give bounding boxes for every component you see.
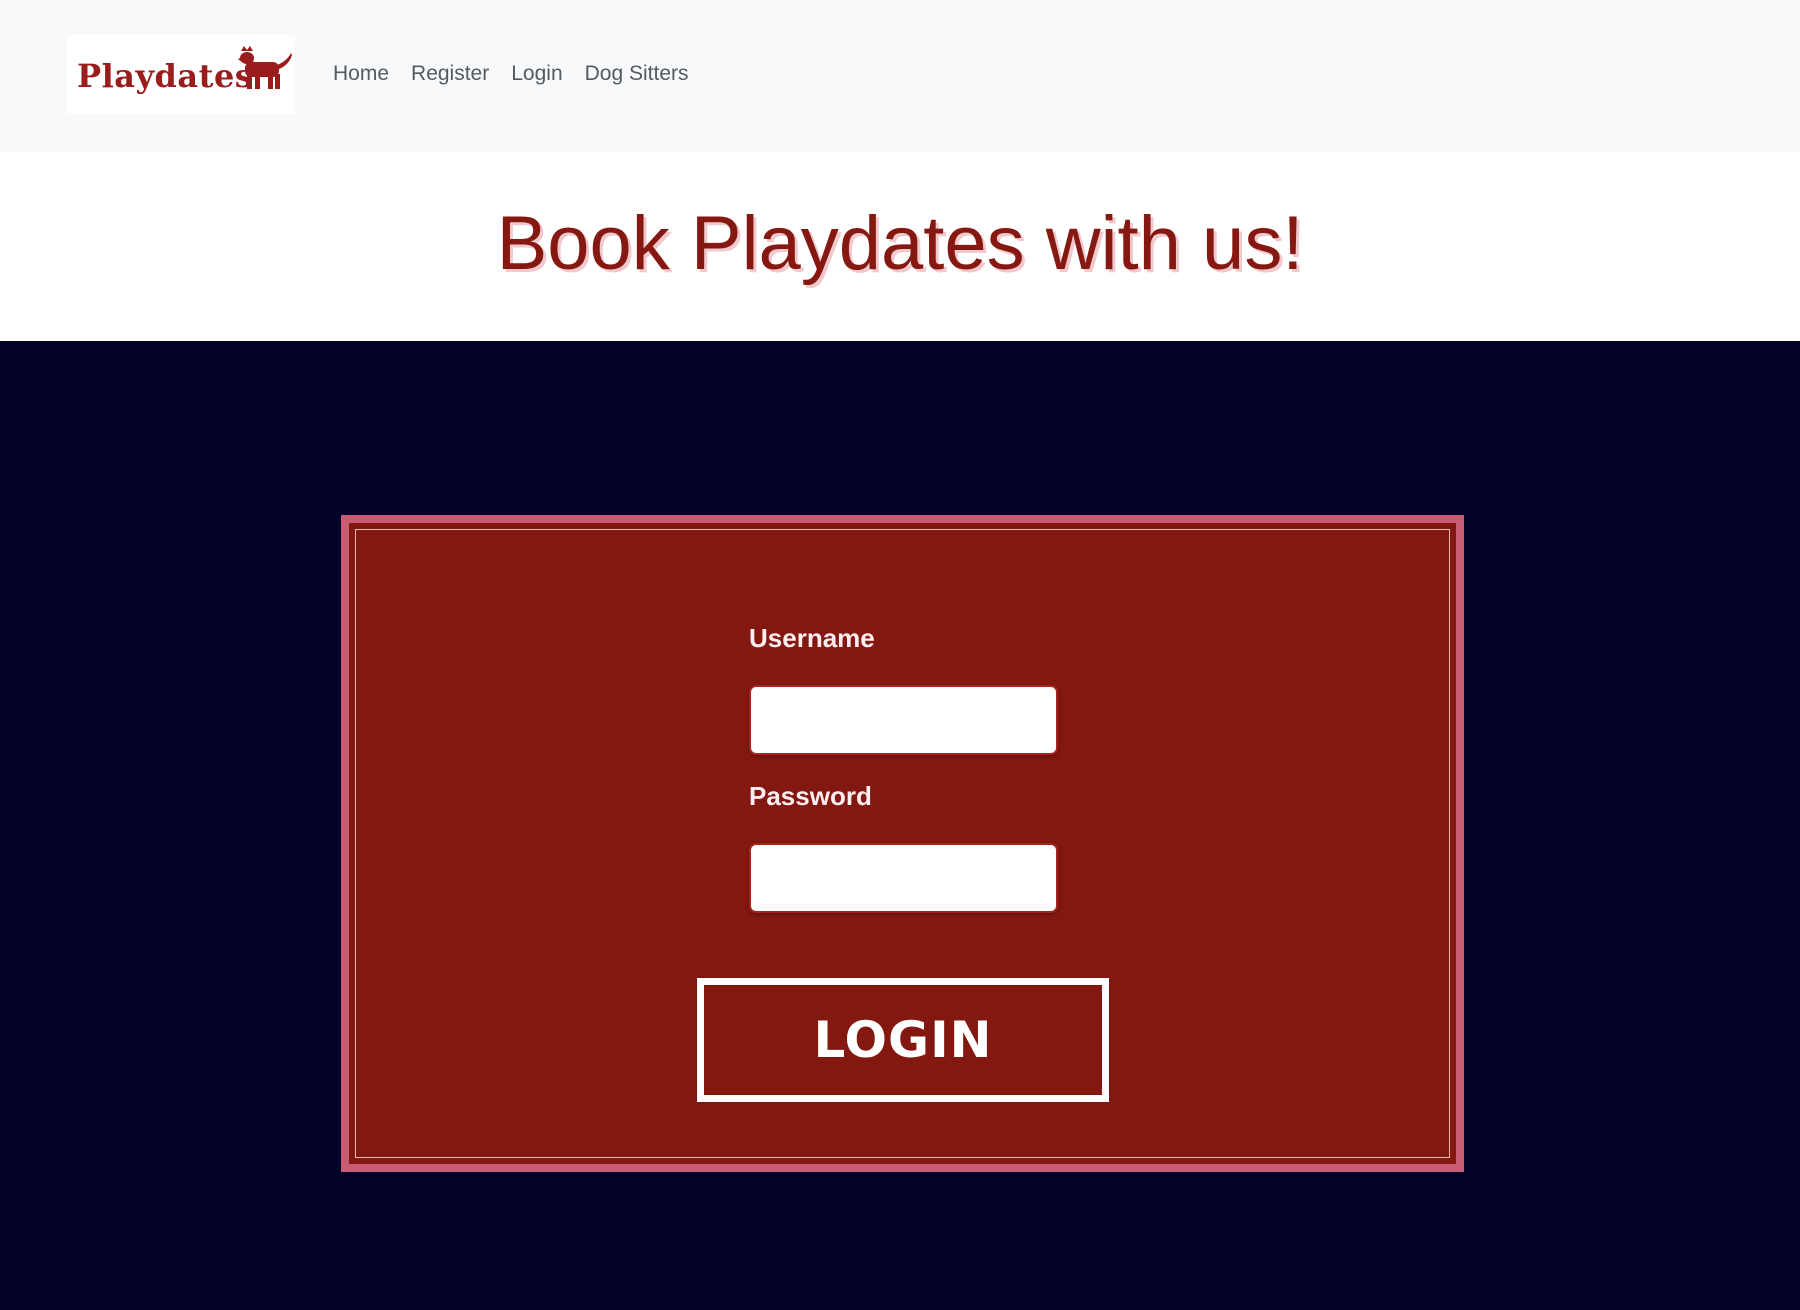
navbar: Playdates Home Register Login Dog Sitter… (0, 0, 1800, 152)
username-input[interactable] (749, 685, 1058, 755)
main-section: Username Password LOGIN (0, 341, 1800, 1310)
username-label: Username (749, 623, 875, 653)
nav-link-register[interactable]: Register (411, 62, 489, 86)
nav-link-dog-sitters[interactable]: Dog Sitters (585, 62, 689, 86)
nav-link-login[interactable]: Login (511, 62, 562, 86)
dog-icon (238, 46, 292, 89)
password-input[interactable] (749, 843, 1058, 913)
brand-logo[interactable]: Playdates (67, 35, 295, 114)
login-button[interactable]: LOGIN (697, 978, 1109, 1102)
password-label: Password (749, 781, 872, 811)
nav-link-home[interactable]: Home (333, 62, 389, 86)
nav-links: Home Register Login Dog Sitters (333, 62, 711, 86)
login-card: Username Password LOGIN (341, 515, 1464, 1172)
page-title: Book Playdates with us! (496, 201, 1304, 286)
hero-section: Book Playdates with us! (0, 152, 1800, 341)
